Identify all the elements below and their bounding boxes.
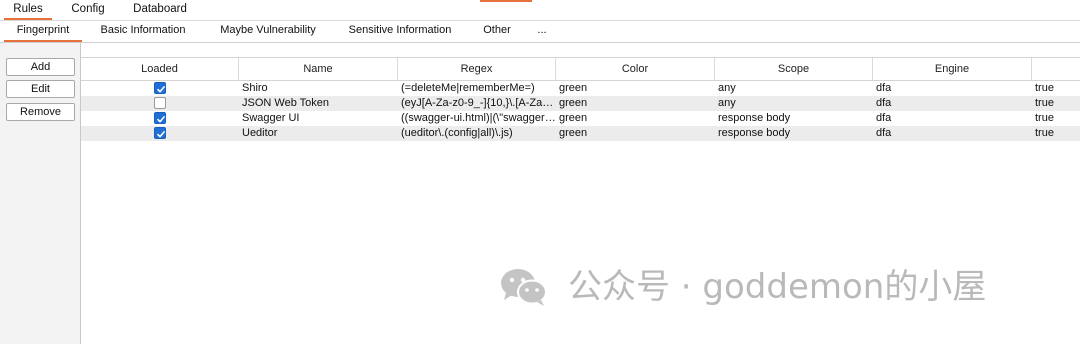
cell-regex: (eyJ[A-Za-z0-9_-]{10,}\.[A-Za-z0-9._-]{1… (401, 97, 556, 109)
cell-color: green (559, 97, 588, 109)
tab-basic-information[interactable]: Basic Information (92, 21, 194, 40)
cell-color: green (559, 127, 588, 139)
cell-extra: true (1035, 82, 1054, 94)
top-accent-bar (480, 0, 532, 2)
checkmark-icon (156, 130, 166, 138)
top-tab-bar: Rules Config Databoard (0, 0, 1080, 21)
cell-engine: dfa (876, 82, 892, 94)
table-row[interactable]: Ueditor (ueditor\.(config|all)\.js) gree… (81, 126, 1080, 141)
column-header-engine[interactable]: Engine (873, 58, 1032, 80)
loaded-checkbox[interactable] (154, 97, 166, 109)
cell-color: green (559, 82, 588, 94)
column-header-extra[interactable] (1032, 58, 1080, 80)
cell-regex: (ueditor\.(config|all)\.js) (401, 127, 513, 139)
cell-scope: response body (718, 112, 791, 124)
column-header-loaded[interactable]: Loaded (81, 58, 239, 80)
cell-regex: ((swagger-ui.html)|(\"swagger\":)|(Swagg… (401, 112, 556, 124)
tab-rules[interactable]: Rules (4, 0, 52, 20)
add-button[interactable]: Add (6, 58, 75, 76)
checkmark-icon (156, 85, 166, 93)
cell-engine: dfa (876, 97, 892, 109)
column-header-name[interactable]: Name (239, 58, 398, 80)
edit-button[interactable]: Edit (6, 80, 75, 98)
tab-sensitive-information[interactable]: Sensitive Information (340, 21, 460, 40)
column-header-regex[interactable]: Regex (398, 58, 556, 80)
loaded-checkbox[interactable] (154, 112, 166, 124)
table-row[interactable]: Swagger UI ((swagger-ui.html)|(\"swagger… (81, 111, 1080, 126)
loaded-checkbox[interactable] (154, 82, 166, 94)
column-header-scope[interactable]: Scope (715, 58, 873, 80)
column-header-color[interactable]: Color (556, 58, 715, 80)
cell-extra: true (1035, 97, 1054, 109)
cell-color: green (559, 112, 588, 124)
tab-other[interactable]: Other (476, 21, 518, 40)
cell-scope: any (718, 82, 736, 94)
cell-extra: true (1035, 112, 1054, 124)
watermark: 公众号 · goddemon的小屋 (498, 263, 1058, 311)
remove-button[interactable]: Remove (6, 103, 75, 121)
cell-name: Ueditor (242, 127, 278, 139)
table-row[interactable]: JSON Web Token (eyJ[A-Za-z0-9_-]{10,}\.[… (81, 96, 1080, 111)
table-header: Loaded Name Regex Color Scope Engine (81, 57, 1080, 81)
sub-tab-bar: Fingerprint Basic Information Maybe Vuln… (0, 21, 1080, 43)
watermark-text: 公众号 · goddemon的小屋 (568, 267, 987, 307)
cell-regex: (=deleteMe|rememberMe=) (401, 82, 535, 94)
cell-name: Swagger UI (242, 112, 300, 124)
tab-maybe-vulnerability[interactable]: Maybe Vulnerability (210, 21, 326, 40)
button-panel: Add Edit Remove (0, 43, 81, 344)
tab-more[interactable]: ... (532, 21, 552, 40)
loaded-checkbox[interactable] (154, 127, 166, 139)
tab-databoard[interactable]: Databoard (126, 0, 194, 18)
cell-engine: dfa (876, 112, 892, 124)
table-row[interactable]: Shiro (=deleteMe|rememberMe=) green any … (81, 81, 1080, 96)
checkmark-icon (156, 115, 166, 123)
cell-scope: response body (718, 127, 791, 139)
wechat-icon (501, 269, 547, 306)
tab-fingerprint[interactable]: Fingerprint (4, 21, 82, 42)
cell-name: Shiro (242, 82, 268, 94)
tab-config[interactable]: Config (64, 0, 112, 18)
cell-name: JSON Web Token (242, 97, 330, 109)
cell-extra: true (1035, 127, 1054, 139)
cell-scope: any (718, 97, 736, 109)
cell-engine: dfa (876, 127, 892, 139)
